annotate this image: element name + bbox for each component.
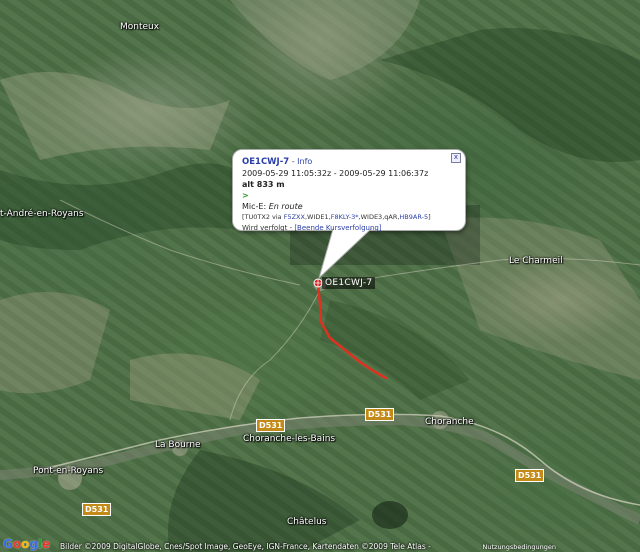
- path-hop-link[interactable]: HB9AR-5: [399, 213, 428, 221]
- town-label: Choranche-les-Bains: [243, 434, 336, 444]
- stop-tracking-link[interactable]: [Beende Kursverfolgung]: [294, 224, 381, 232]
- road-shield: D531: [515, 469, 545, 482]
- popup-altitude: alt 833 m: [242, 180, 285, 189]
- popup-time-range: 2009-05-29 11:05:32z - 2009-05-29 11:06:…: [242, 169, 429, 178]
- info-link[interactable]: Info: [297, 157, 312, 166]
- logo-letter: g: [29, 537, 38, 551]
- mic-e-status: En route: [268, 202, 303, 211]
- town-label: Monteux: [120, 22, 160, 32]
- road-shield: D531: [256, 419, 286, 432]
- station-info-popup: x OE1CWJ-7 - Info 2009-05-29 11:05:32z -…: [232, 149, 466, 280]
- path-hop-link[interactable]: F5ZXX: [284, 213, 305, 221]
- mic-e-label: Mic-E:: [242, 202, 269, 211]
- google-logo[interactable]: Google: [3, 537, 50, 551]
- logo-letter: G: [3, 537, 13, 551]
- logo-letter: o: [12, 537, 22, 551]
- satellite-map[interactable]: Monteux t-André-en-Royans Le Charmeil La…: [0, 0, 640, 552]
- town-label: Pont-en-Royans: [33, 466, 104, 476]
- course-arrow-icon: >: [242, 191, 249, 200]
- road-shield: D531: [365, 408, 395, 421]
- path-mid: ,WIDE1,: [304, 213, 331, 221]
- town-label: La Bourne: [155, 440, 201, 450]
- popup-callsign[interactable]: OE1CWJ-7: [242, 157, 289, 167]
- map-footer: Google Bilder ©2009 DigitalGlobe, Cnes/S…: [0, 537, 640, 552]
- road-shield: D531: [82, 503, 112, 516]
- town-label: Choranche: [425, 417, 474, 427]
- popup-digipeater-path: [TU0TX2 via F5ZXX,WIDE1,F8KLY-3*,WIDE3,q…: [242, 212, 456, 223]
- copyright-text: Bilder ©2009 DigitalGlobe, Cnes/Spot Ima…: [60, 542, 431, 551]
- path-mid: ,WIDE3,qAR,: [358, 213, 400, 221]
- path-suffix: ]: [428, 213, 431, 221]
- town-label: t-André-en-Royans: [0, 209, 84, 219]
- path-hop-link[interactable]: F8KLY-3*: [331, 213, 359, 221]
- logo-letter: e: [42, 537, 51, 551]
- path-prefix: [TU0TX2 via: [242, 213, 284, 221]
- popup-separator: -: [289, 157, 298, 166]
- tracked-label: Wird verfolgt -: [242, 224, 295, 232]
- town-label: Le Charmeil: [509, 256, 563, 266]
- town-label: Châtelus: [287, 517, 327, 527]
- terms-link[interactable]: Nutzungsbedingungen: [483, 543, 556, 551]
